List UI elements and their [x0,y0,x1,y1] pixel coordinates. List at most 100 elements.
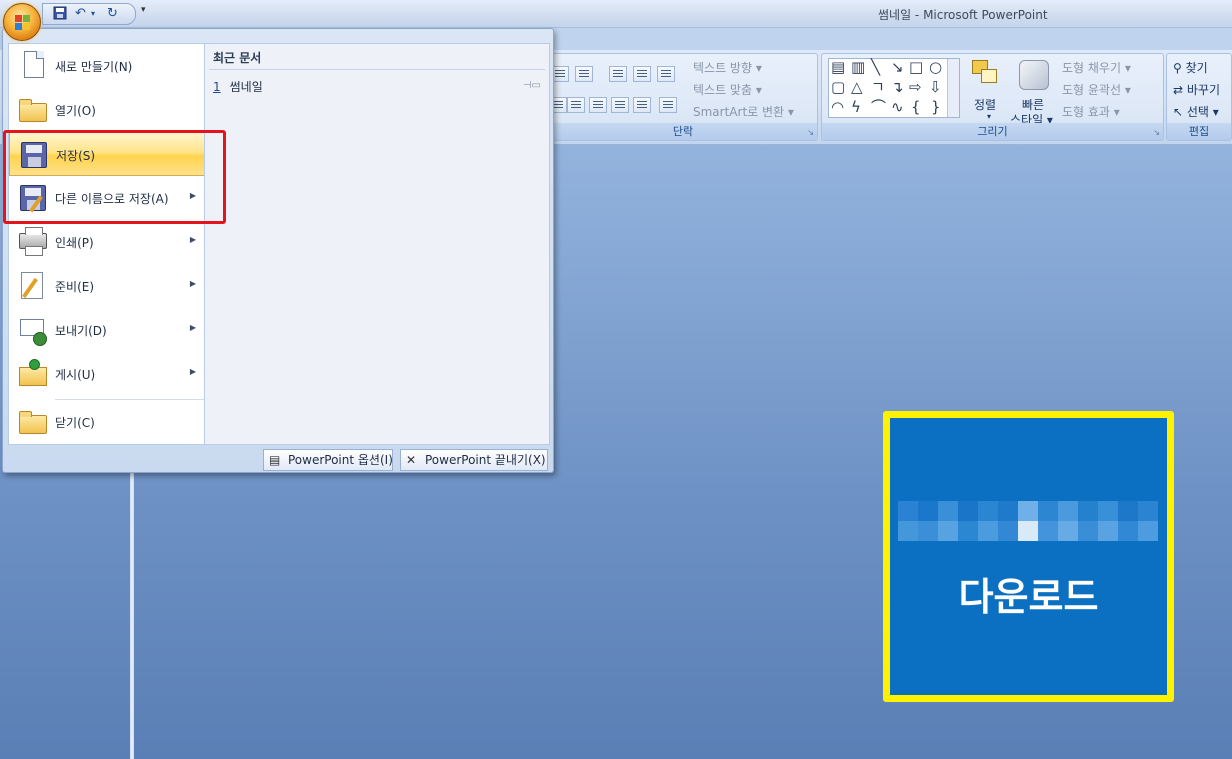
drawing-launcher-icon[interactable]: ↘ [1153,128,1160,137]
right-brace-shape-icon[interactable]: } [931,99,941,115]
arrange-dropdown-icon[interactable]: ▾ [987,112,991,121]
elbow-connector-shape-icon[interactable]: ㄱ [871,79,885,95]
align-text-button[interactable]: 텍스트 맞춤 ▾ [693,81,762,98]
undo-dropdown-icon[interactable]: ▾ [91,6,95,22]
paragraph-group: 텍스트 방향 ▾ 텍스트 맞춤 ▾ SmartArt로 변환 ▾ 단락 ↘ [548,53,818,141]
arrange-button[interactable]: 정렬 [974,96,996,113]
redo-icon[interactable]: ↻ [107,6,118,22]
quick-access-toolbar: ↶ ▾ ↻ [42,3,136,25]
paragraph-launcher-icon[interactable]: ↘ [807,128,814,137]
text-direction-button[interactable]: 텍스트 방향 ▾ [693,59,762,76]
powerpoint-options-button[interactable]: ▤ PowerPoint 옵션(I) [263,449,393,471]
customize-qat-icon[interactable]: ▾ [141,5,146,15]
office-menu-commands: 새로 만들기(N) 열기(O) 저장(S) 다른 이름으로 저장(A) ▶ 인쇄… [8,43,205,445]
publish-icon [18,359,48,389]
window-title: 썸네일 - Microsoft PowerPoint [878,8,1048,22]
textbox-shape-icon[interactable]: ▤ [831,59,845,75]
replace-label: 바꾸기 [1186,83,1221,97]
close-folder-icon [18,407,48,437]
undo-icon[interactable]: ↶ [75,6,86,22]
menu-item-open[interactable]: 열기(O) [9,88,205,132]
submenu-arrow-icon: ▶ [189,323,196,332]
shape-fill-button[interactable]: 도형 채우기 ▾ [1062,59,1131,76]
drawing-group: ▤ ▥ ╲ ↘ □ ○ ▢ △ ㄱ ↴ ⇨ ⇩ ◠ ϟ ⌒ ∿ { } 정렬 ▾… [821,53,1164,141]
download-tile [890,418,1167,695]
align-right-button[interactable] [589,97,607,113]
drawing-group-label: 그리기 [822,123,1163,140]
submenu-arrow-icon: ▶ [189,279,196,288]
arrange-icon[interactable] [972,60,1000,86]
menu-item-prepare-label: 준비(E) [55,280,95,294]
save-icon[interactable] [53,6,67,22]
menu-item-new-label: 새로 만들기(N) [55,60,133,74]
curve-shape-icon[interactable]: ∿ [891,99,904,115]
align-center-button[interactable] [567,97,585,113]
right-arrow-shape-icon[interactable]: ⇨ [909,79,922,95]
replace-button[interactable]: ⇄ 바꾸기 [1173,81,1220,98]
recent-document-item[interactable]: 1 썸네일 [213,78,263,95]
menu-item-save[interactable]: 저장(S) [9,132,205,176]
arc-shape-icon[interactable]: ⌒ [871,99,886,115]
powerpoint-options-label: PowerPoint 옵션(I) [288,453,393,467]
justify-button[interactable] [611,97,629,113]
menu-item-prepare[interactable]: 준비(E) ▶ [9,264,205,308]
cursor-icon: ↖ [1173,105,1184,119]
left-brace-shape-icon[interactable]: { [911,99,921,115]
menu-item-send[interactable]: 보내기(D) ▶ [9,308,205,352]
recent-separator [209,69,545,70]
options-icon: ▤ [269,453,281,467]
menu-item-publish-label: 게시(U) [55,368,96,382]
submenu-arrow-icon: ▶ [189,367,196,376]
quick-styles-icon[interactable] [1019,60,1049,90]
menu-item-publish[interactable]: 게시(U) ▶ [9,352,205,396]
increase-indent-button[interactable] [633,66,651,82]
rounded-rect-shape-icon[interactable]: ▢ [831,79,845,95]
menu-item-save-as-label: 다른 이름으로 저장(A) [55,192,169,206]
menu-item-print-label: 인쇄(P) [55,236,94,250]
select-label: 선택 ▾ [1186,105,1219,119]
new-document-icon [18,51,48,81]
menu-item-save-as[interactable]: 다른 이름으로 저장(A) ▶ [9,176,205,220]
elbow-arrow-shape-icon[interactable]: ↴ [891,79,904,95]
shape-effects-button[interactable]: 도형 효과 ▾ [1062,103,1120,120]
find-label: 찾기 [1185,61,1208,75]
recent-documents-panel: 최근 문서 1 썸네일 ⊣▭ [204,43,550,445]
save-icon [19,140,49,170]
submenu-arrow-icon: ▶ [189,235,196,244]
lightning-shape-icon[interactable]: ϟ [851,99,861,115]
pin-icon[interactable]: ⊣▭ [523,80,541,91]
download-label: 다운로드 [958,575,1099,619]
menu-item-send-label: 보내기(D) [55,324,107,338]
title-bar: 썸네일 - Microsoft PowerPoint [0,0,1232,28]
office-button[interactable] [3,3,41,41]
triangle-shape-icon[interactable]: △ [851,79,863,95]
freeform-shape-icon[interactable]: ◠ [831,99,844,115]
shapes-gallery-scrollbar[interactable] [947,59,959,117]
exit-x-icon: ✕ [406,453,417,467]
select-button[interactable]: ↖ 선택 ▾ [1173,103,1219,120]
menu-item-new[interactable]: 새로 만들기(N) [9,44,205,88]
binoculars-icon: ⚲ [1173,61,1182,75]
office-menu: 새로 만들기(N) 열기(O) 저장(S) 다른 이름으로 저장(A) ▶ 인쇄… [2,28,554,473]
menu-item-print[interactable]: 인쇄(P) ▶ [9,220,205,264]
shape-outline-button[interactable]: 도형 윤곽선 ▾ [1062,81,1131,98]
numbering-button[interactable] [575,66,593,82]
distributed-button[interactable] [633,97,651,113]
smartart-button[interactable]: SmartArt로 변환 ▾ [693,103,794,120]
columns-button[interactable] [659,97,677,113]
shapes-gallery[interactable]: ▤ ▥ ╲ ↘ □ ○ ▢ △ ㄱ ↴ ⇨ ⇩ ◠ ϟ ⌒ ∿ { } [828,58,960,118]
decrease-indent-button[interactable] [609,66,627,82]
editing-group: ⚲ 찾기 ⇄ 바꾸기 ↖ 선택 ▾ 편집 [1166,53,1232,141]
line-spacing-button[interactable] [657,66,675,82]
oval-shape-icon[interactable]: ○ [929,59,942,75]
rectangle-shape-icon[interactable]: □ [909,59,923,75]
paragraph-group-label: 단락 [549,123,817,140]
menu-item-close[interactable]: 닫기(C) [9,400,205,444]
line-shape-icon[interactable]: ╲ [871,59,880,75]
find-button[interactable]: ⚲ 찾기 [1173,59,1208,76]
arrow-line-shape-icon[interactable]: ↘ [891,59,904,75]
down-arrow-shape-icon[interactable]: ⇩ [929,79,942,95]
vertical-textbox-shape-icon[interactable]: ▥ [851,59,865,75]
exit-powerpoint-button[interactable]: ✕ PowerPoint 끝내기(X) [400,449,548,471]
menu-item-open-label: 열기(O) [55,104,96,118]
